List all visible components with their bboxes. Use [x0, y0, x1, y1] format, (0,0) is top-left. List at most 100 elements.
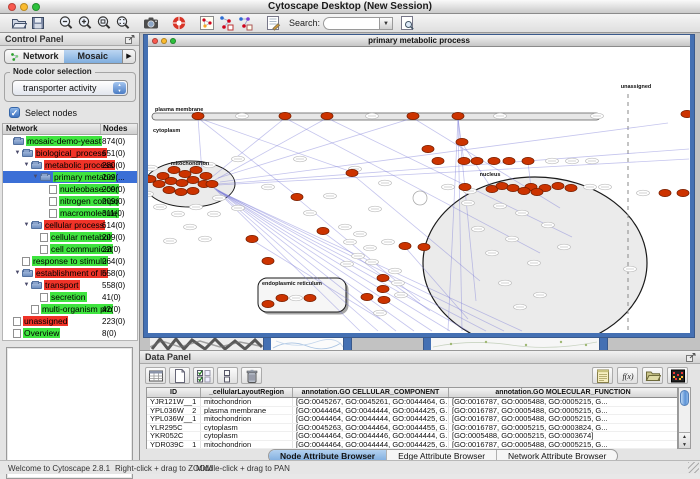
network-node[interactable] [321, 112, 333, 119]
network-node[interactable] [206, 180, 218, 187]
network-node[interactable] [422, 145, 434, 152]
zoom-selected-icon[interactable] [94, 15, 113, 32]
network-node[interactable] [163, 186, 175, 193]
tree-row[interactable]: mosaic-demo-yeast874(0) [3, 135, 137, 147]
tab-mosaic[interactable]: Mosaic [64, 50, 123, 63]
network-node[interactable] [522, 157, 534, 164]
camera-icon[interactable] [141, 15, 160, 32]
tree-row[interactable]: cellular metabol209(0) [3, 231, 137, 243]
expander-icon[interactable]: ▼ [22, 162, 31, 168]
network-node[interactable] [681, 110, 690, 117]
network-window-titlebar[interactable]: primary metabolic process [148, 35, 690, 47]
network-node[interactable] [459, 183, 471, 190]
new-page-icon[interactable] [169, 367, 190, 384]
annotation-icon[interactable] [263, 15, 282, 32]
network-node[interactable] [165, 177, 177, 184]
tab-network[interactable]: Network [5, 50, 64, 63]
background-window-edge[interactable] [344, 337, 351, 350]
resize-grip-icon[interactable] [688, 462, 699, 473]
expander-icon[interactable]: ▼ [22, 282, 31, 288]
network-node[interactable] [190, 166, 202, 173]
scrollbar-thumb[interactable] [680, 390, 689, 406]
combo-stepper-icon[interactable]: ▲▼ [113, 82, 126, 94]
search-plus-icon[interactable] [397, 15, 416, 32]
network-node[interactable] [276, 294, 288, 301]
expander-icon[interactable]: ▼ [22, 222, 31, 228]
matrix-icon[interactable] [667, 367, 688, 384]
network-node[interactable] [471, 157, 483, 164]
table-row[interactable]: YLR295Ccytoplasm[GO:0045263, GO:0044464,… [147, 424, 677, 433]
scrollbar-arrows[interactable]: ▲▼ [679, 432, 690, 448]
network-node[interactable] [458, 157, 470, 164]
help-icon[interactable] [169, 15, 188, 32]
tree-header-nodes[interactable]: Nodes [101, 124, 137, 134]
expander-icon[interactable]: ▼ [13, 150, 22, 156]
column-header[interactable]: ID [147, 388, 201, 397]
trash-icon[interactable] [241, 367, 262, 384]
network-node[interactable] [187, 187, 199, 194]
select-attrs-icon[interactable] [193, 367, 214, 384]
zoom-out-icon[interactable] [56, 15, 75, 32]
table-row[interactable]: YPL036W__2plasma membrane[GO:0044464, GO… [147, 407, 677, 416]
node-color-combobox[interactable]: transporter activity ▲▼ [12, 80, 128, 96]
tree-row[interactable]: macromolecule311(0) [3, 207, 137, 219]
zoom-in-icon[interactable] [75, 15, 94, 32]
network-node[interactable] [418, 243, 430, 250]
expander-icon[interactable]: ▼ [13, 270, 22, 276]
network-node[interactable] [503, 157, 515, 164]
tree-row[interactable]: secretion41(0) [3, 291, 137, 303]
background-window-3[interactable] [431, 337, 600, 350]
tree-row[interactable]: multi-organism pro42(0) [3, 303, 137, 315]
network-node[interactable] [187, 176, 199, 183]
tree-row[interactable]: nucleobase-con209(0) [3, 183, 137, 195]
network-node[interactable] [552, 182, 564, 189]
background-window-edge[interactable] [264, 337, 271, 350]
network-node[interactable] [496, 182, 508, 189]
network-node[interactable] [175, 188, 187, 195]
search-dropdown-button[interactable]: ▼ [379, 17, 393, 30]
formula-icon[interactable]: f(x) [617, 367, 638, 384]
overview-icon[interactable] [197, 15, 216, 32]
tree-row[interactable]: nitrogen compou209(0) [3, 195, 137, 207]
network-node[interactable] [377, 285, 389, 292]
network-node[interactable] [179, 170, 191, 177]
save-icon[interactable] [28, 15, 47, 32]
background-window-edge[interactable] [600, 337, 607, 350]
tree-row[interactable]: ▼biological_process651(0) [3, 147, 137, 159]
open-icon[interactable] [9, 15, 28, 32]
network-node[interactable] [262, 300, 274, 307]
background-window-2[interactable] [271, 337, 344, 350]
network-node[interactable] [507, 184, 519, 191]
tree-row[interactable]: cell communicat22(0) [3, 243, 137, 255]
tree-header-network[interactable]: Network [3, 124, 101, 134]
network-node[interactable] [200, 172, 212, 179]
network-node[interactable] [176, 179, 188, 186]
network-node[interactable] [291, 193, 303, 200]
table-row[interactable]: YKR052Ccytoplasm[GO:0044464, GO:0044446,… [147, 432, 677, 441]
expander-icon[interactable]: ▼ [31, 174, 40, 180]
network-node[interactable] [317, 227, 329, 234]
network-canvas[interactable]: plasma membranecytoplasmmitochondrionnuc… [148, 47, 690, 333]
notepad-icon[interactable] [592, 367, 613, 384]
table-row[interactable]: YPL036W__1mitochondrion[GO:0044464, GO:0… [147, 415, 677, 424]
network-node[interactable] [378, 296, 390, 303]
network-node[interactable] [246, 235, 258, 242]
background-window-edge[interactable] [424, 337, 431, 350]
network-node[interactable] [488, 157, 500, 164]
float-panel-icon[interactable] [686, 353, 696, 362]
folder-open-icon[interactable] [642, 367, 663, 384]
tree-row[interactable]: ▼metabolic process280(0) [3, 159, 137, 171]
network-node[interactable] [456, 138, 468, 145]
tree-row[interactable]: ▼primary metabol209(... [3, 171, 137, 183]
network-node[interactable] [432, 157, 444, 164]
network-node[interactable] [346, 169, 358, 176]
network-node[interactable] [677, 189, 689, 196]
tree-row[interactable]: response to stimulu264(0) [3, 255, 137, 267]
network-node[interactable] [531, 188, 543, 195]
network-node[interactable] [452, 112, 464, 119]
tree-row[interactable]: unassigned223(0) [3, 315, 137, 327]
network-node[interactable] [565, 184, 577, 191]
vizmap-a-icon[interactable] [216, 15, 235, 32]
network-node[interactable] [304, 294, 316, 301]
network-node[interactable] [279, 112, 291, 119]
